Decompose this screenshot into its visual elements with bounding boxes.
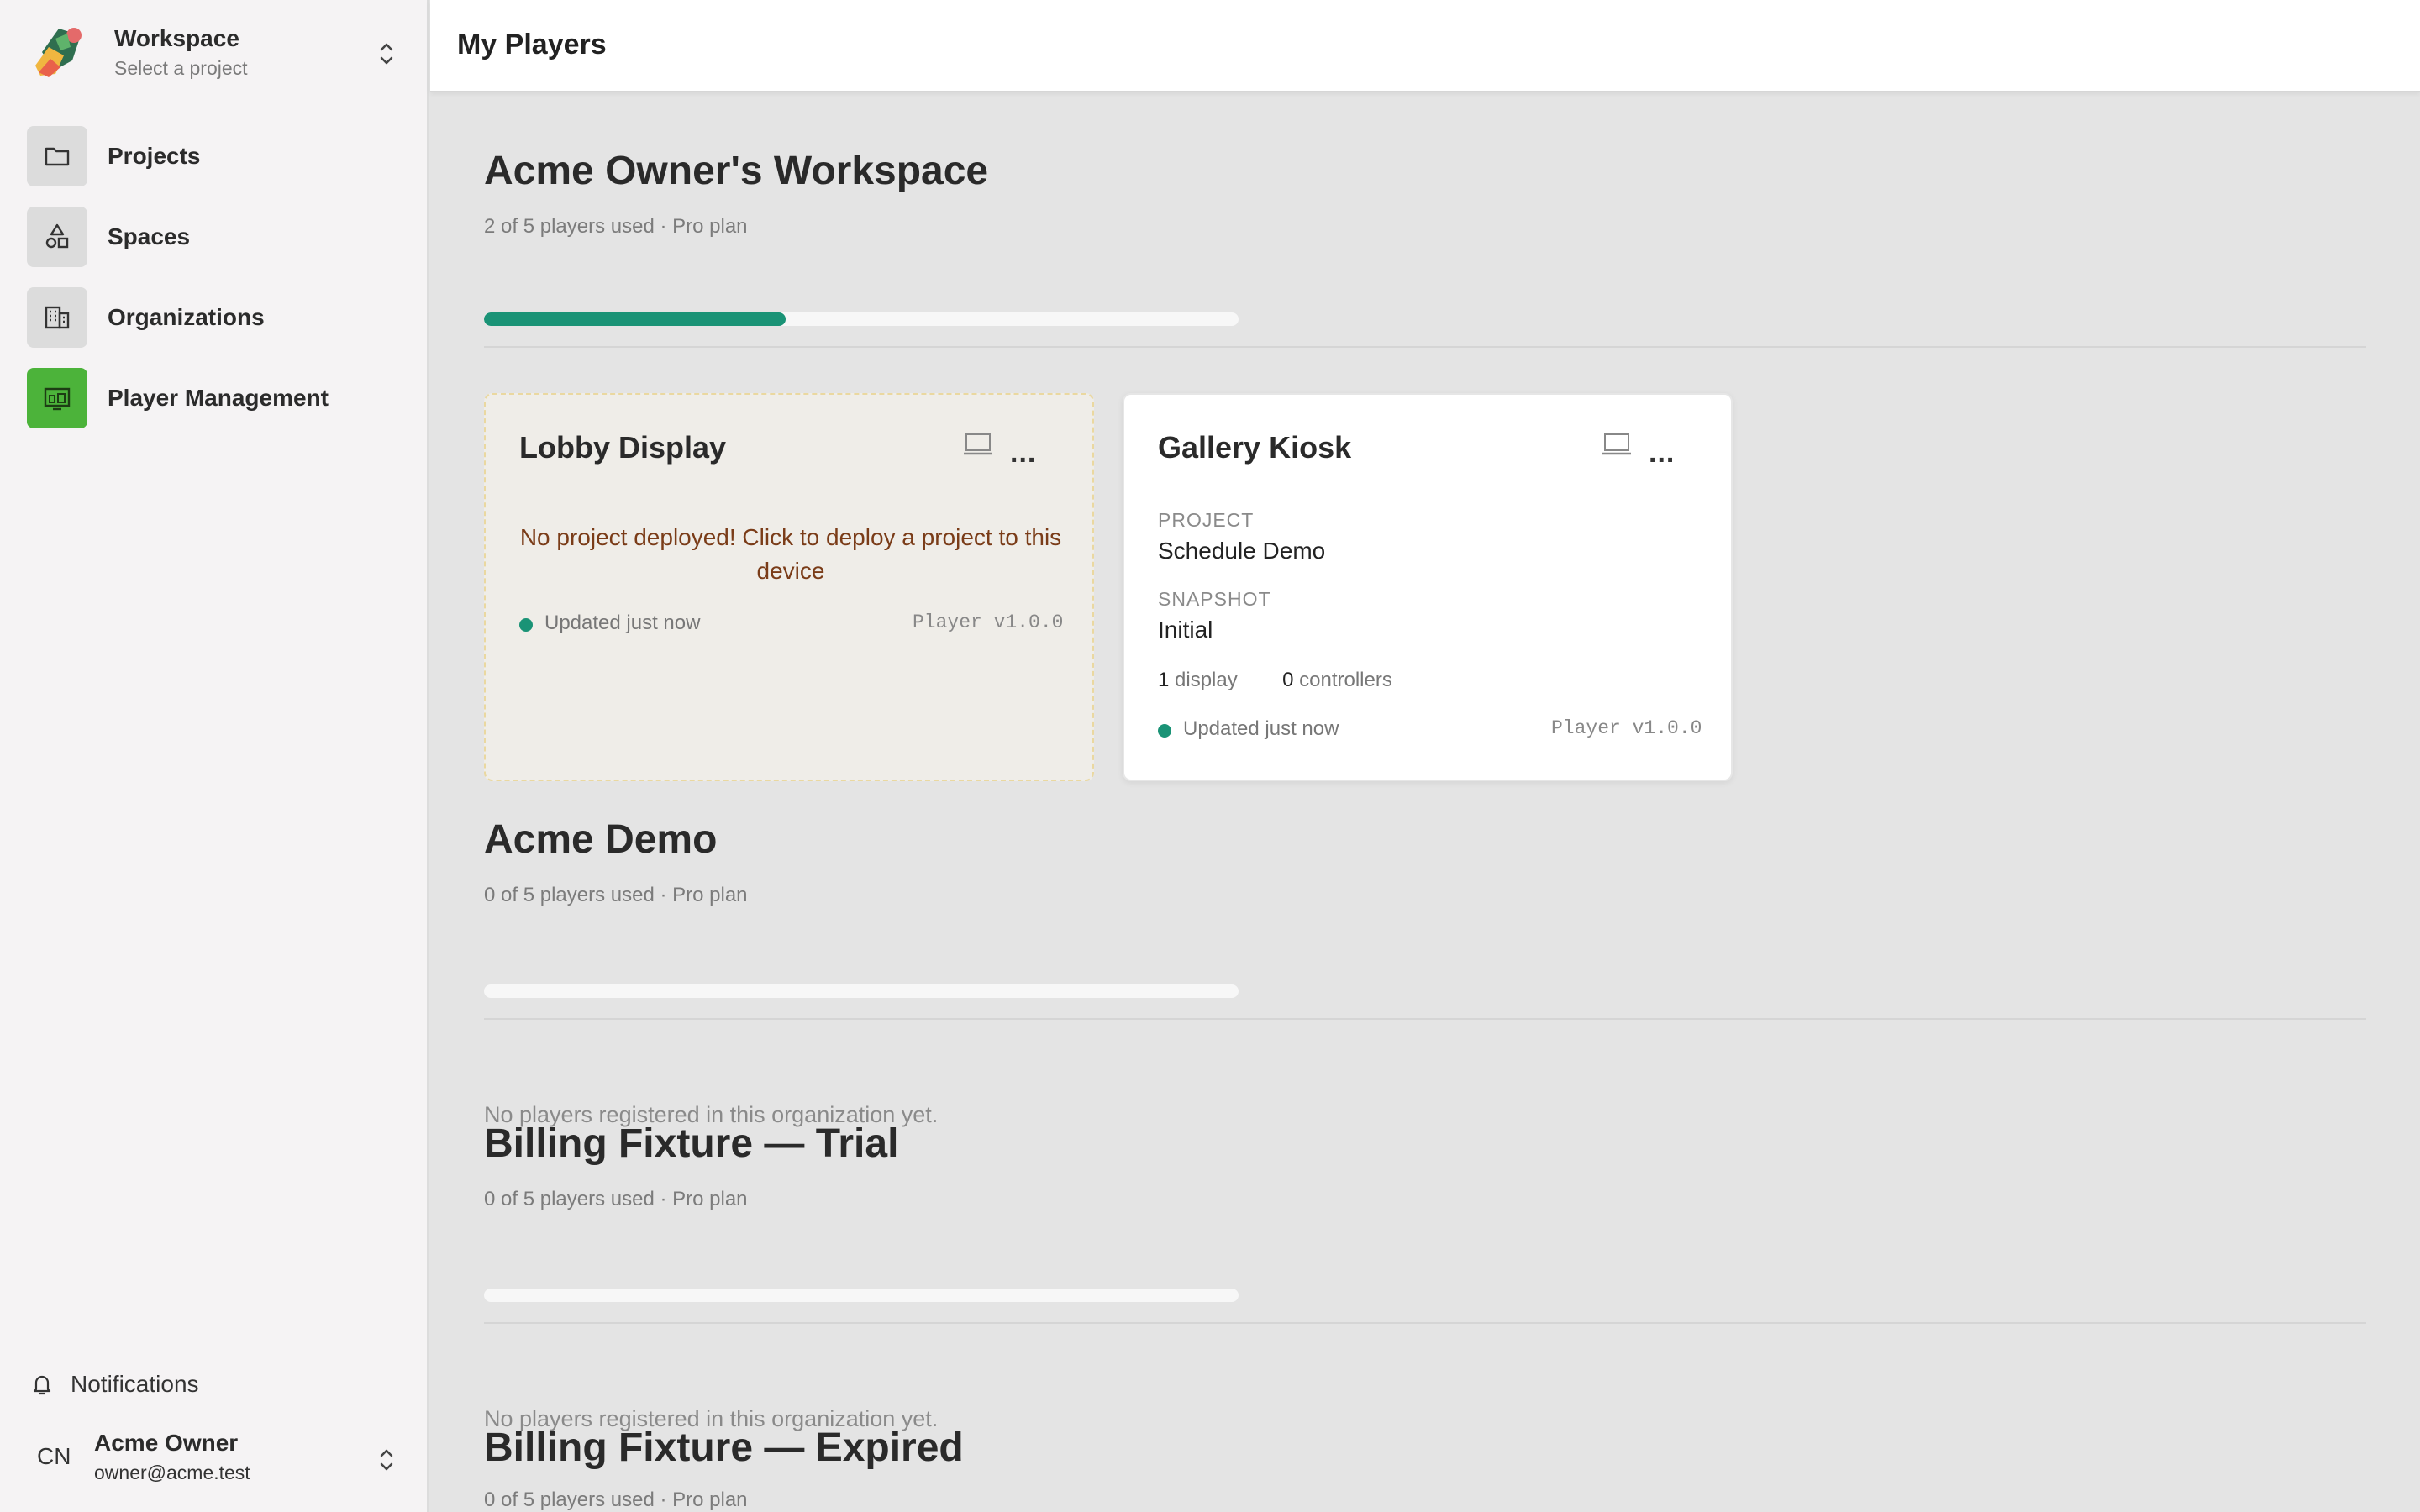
snapshot-value: Initial: [1158, 617, 1213, 643]
player-name: Gallery Kiosk: [1158, 430, 1352, 465]
sidebar-item-organizations[interactable]: Organizations: [0, 287, 427, 351]
section-divider: [484, 1322, 2366, 1324]
project-value: Schedule Demo: [1158, 538, 1326, 564]
player-name: Lobby Display: [519, 430, 727, 465]
snapshot-label: SNAPSHOT: [1158, 588, 1271, 610]
notifications-button[interactable]: Notifications: [29, 1368, 398, 1401]
organization-usage: 0 of 5 players used · Pro plan: [484, 1188, 748, 1210]
usage-progress-bar: [484, 312, 1239, 326]
controller-count: 0: [1282, 669, 1294, 691]
usage-progress-bar: [484, 1289, 1239, 1302]
chevron-up-down-icon: [380, 1449, 393, 1471]
organization-title: Billing Fixture — Expired: [484, 1425, 964, 1470]
organization-title: Acme Demo: [484, 817, 718, 862]
page-header: My Players: [430, 0, 2420, 92]
sidebar-item-projects[interactable]: Projects: [0, 126, 427, 190]
laptop-icon: [1602, 433, 1631, 455]
controller-label: controllers: [1299, 669, 1392, 691]
device-counts: 1 display 0 controllers: [1158, 669, 1392, 692]
deploy-warning-link[interactable]: No project deployed! Click to deploy a p…: [519, 521, 1062, 588]
notifications-label: Notifications: [71, 1371, 199, 1397]
shapes-icon: [27, 207, 87, 267]
workspace-title: Workspace: [114, 25, 239, 51]
sidebar-item-label: Spaces: [108, 223, 191, 249]
page-title: My Players: [457, 29, 607, 60]
player-version: Player v1.0.0: [1551, 717, 1702, 739]
user-email: owner@acme.test: [94, 1462, 250, 1483]
organization-title: Billing Fixture — Trial: [484, 1121, 899, 1166]
sidebar: Workspace Select a project Projects Spac…: [0, 0, 429, 1512]
bell-icon: [33, 1375, 51, 1395]
chevron-up-down-icon: [380, 43, 393, 65]
status-dot: [519, 618, 533, 632]
organization-usage: 0 of 5 players used · Pro plan: [484, 884, 748, 906]
user-menu[interactable]: CN Acme Owner owner@acme.test: [0, 1420, 427, 1495]
section-divider: [484, 1018, 2366, 1020]
building-icon: [27, 287, 87, 348]
folder-icon: [27, 126, 87, 186]
display-count: 1: [1158, 669, 1170, 691]
sidebar-item-label: Player Management: [108, 385, 329, 411]
player-status: Updated just now: [544, 612, 701, 634]
display-label: display: [1175, 669, 1238, 691]
sidebar-item-label: Projects: [108, 143, 201, 169]
status-dot: [1158, 724, 1171, 738]
section-divider: [484, 346, 2366, 348]
avatar: CN: [37, 1443, 71, 1469]
player-card-gallery-kiosk[interactable]: Gallery Kiosk ... PROJECT Schedule Demo …: [1123, 393, 1733, 781]
organization-usage: 0 of 5 players used · Pro plan: [484, 1488, 748, 1511]
more-options-icon[interactable]: ...: [1649, 437, 1675, 470]
usage-progress-fill: [484, 312, 786, 326]
more-options-icon[interactable]: ...: [1010, 437, 1036, 470]
player-status: Updated just now: [1183, 717, 1339, 740]
display-icon: [27, 368, 87, 428]
user-name: Acme Owner: [94, 1430, 239, 1456]
sidebar-item-player-management[interactable]: Player Management: [0, 368, 427, 432]
usage-progress-bar: [484, 984, 1239, 998]
sidebar-nav: Projects Spaces Organizations Player Man…: [0, 126, 427, 449]
player-card-lobby-display[interactable]: Lobby Display ... No project deployed! C…: [484, 393, 1094, 781]
player-version: Player v1.0.0: [913, 612, 1064, 633]
laptop-icon: [964, 433, 992, 455]
sidebar-item-spaces[interactable]: Spaces: [0, 207, 427, 270]
project-label: PROJECT: [1158, 509, 1255, 531]
organization-usage: 2 of 5 players used · Pro plan: [484, 215, 748, 238]
organization-title: Acme Owner's Workspace: [484, 149, 989, 193]
workspace-switcher[interactable]: Workspace Select a project: [0, 0, 427, 109]
app-root: Workspace Select a project Projects Spac…: [0, 0, 2420, 1512]
workspace-logo-icon: [35, 28, 82, 77]
workspace-subtitle: Select a project: [114, 57, 248, 79]
sidebar-item-label: Organizations: [108, 304, 265, 330]
